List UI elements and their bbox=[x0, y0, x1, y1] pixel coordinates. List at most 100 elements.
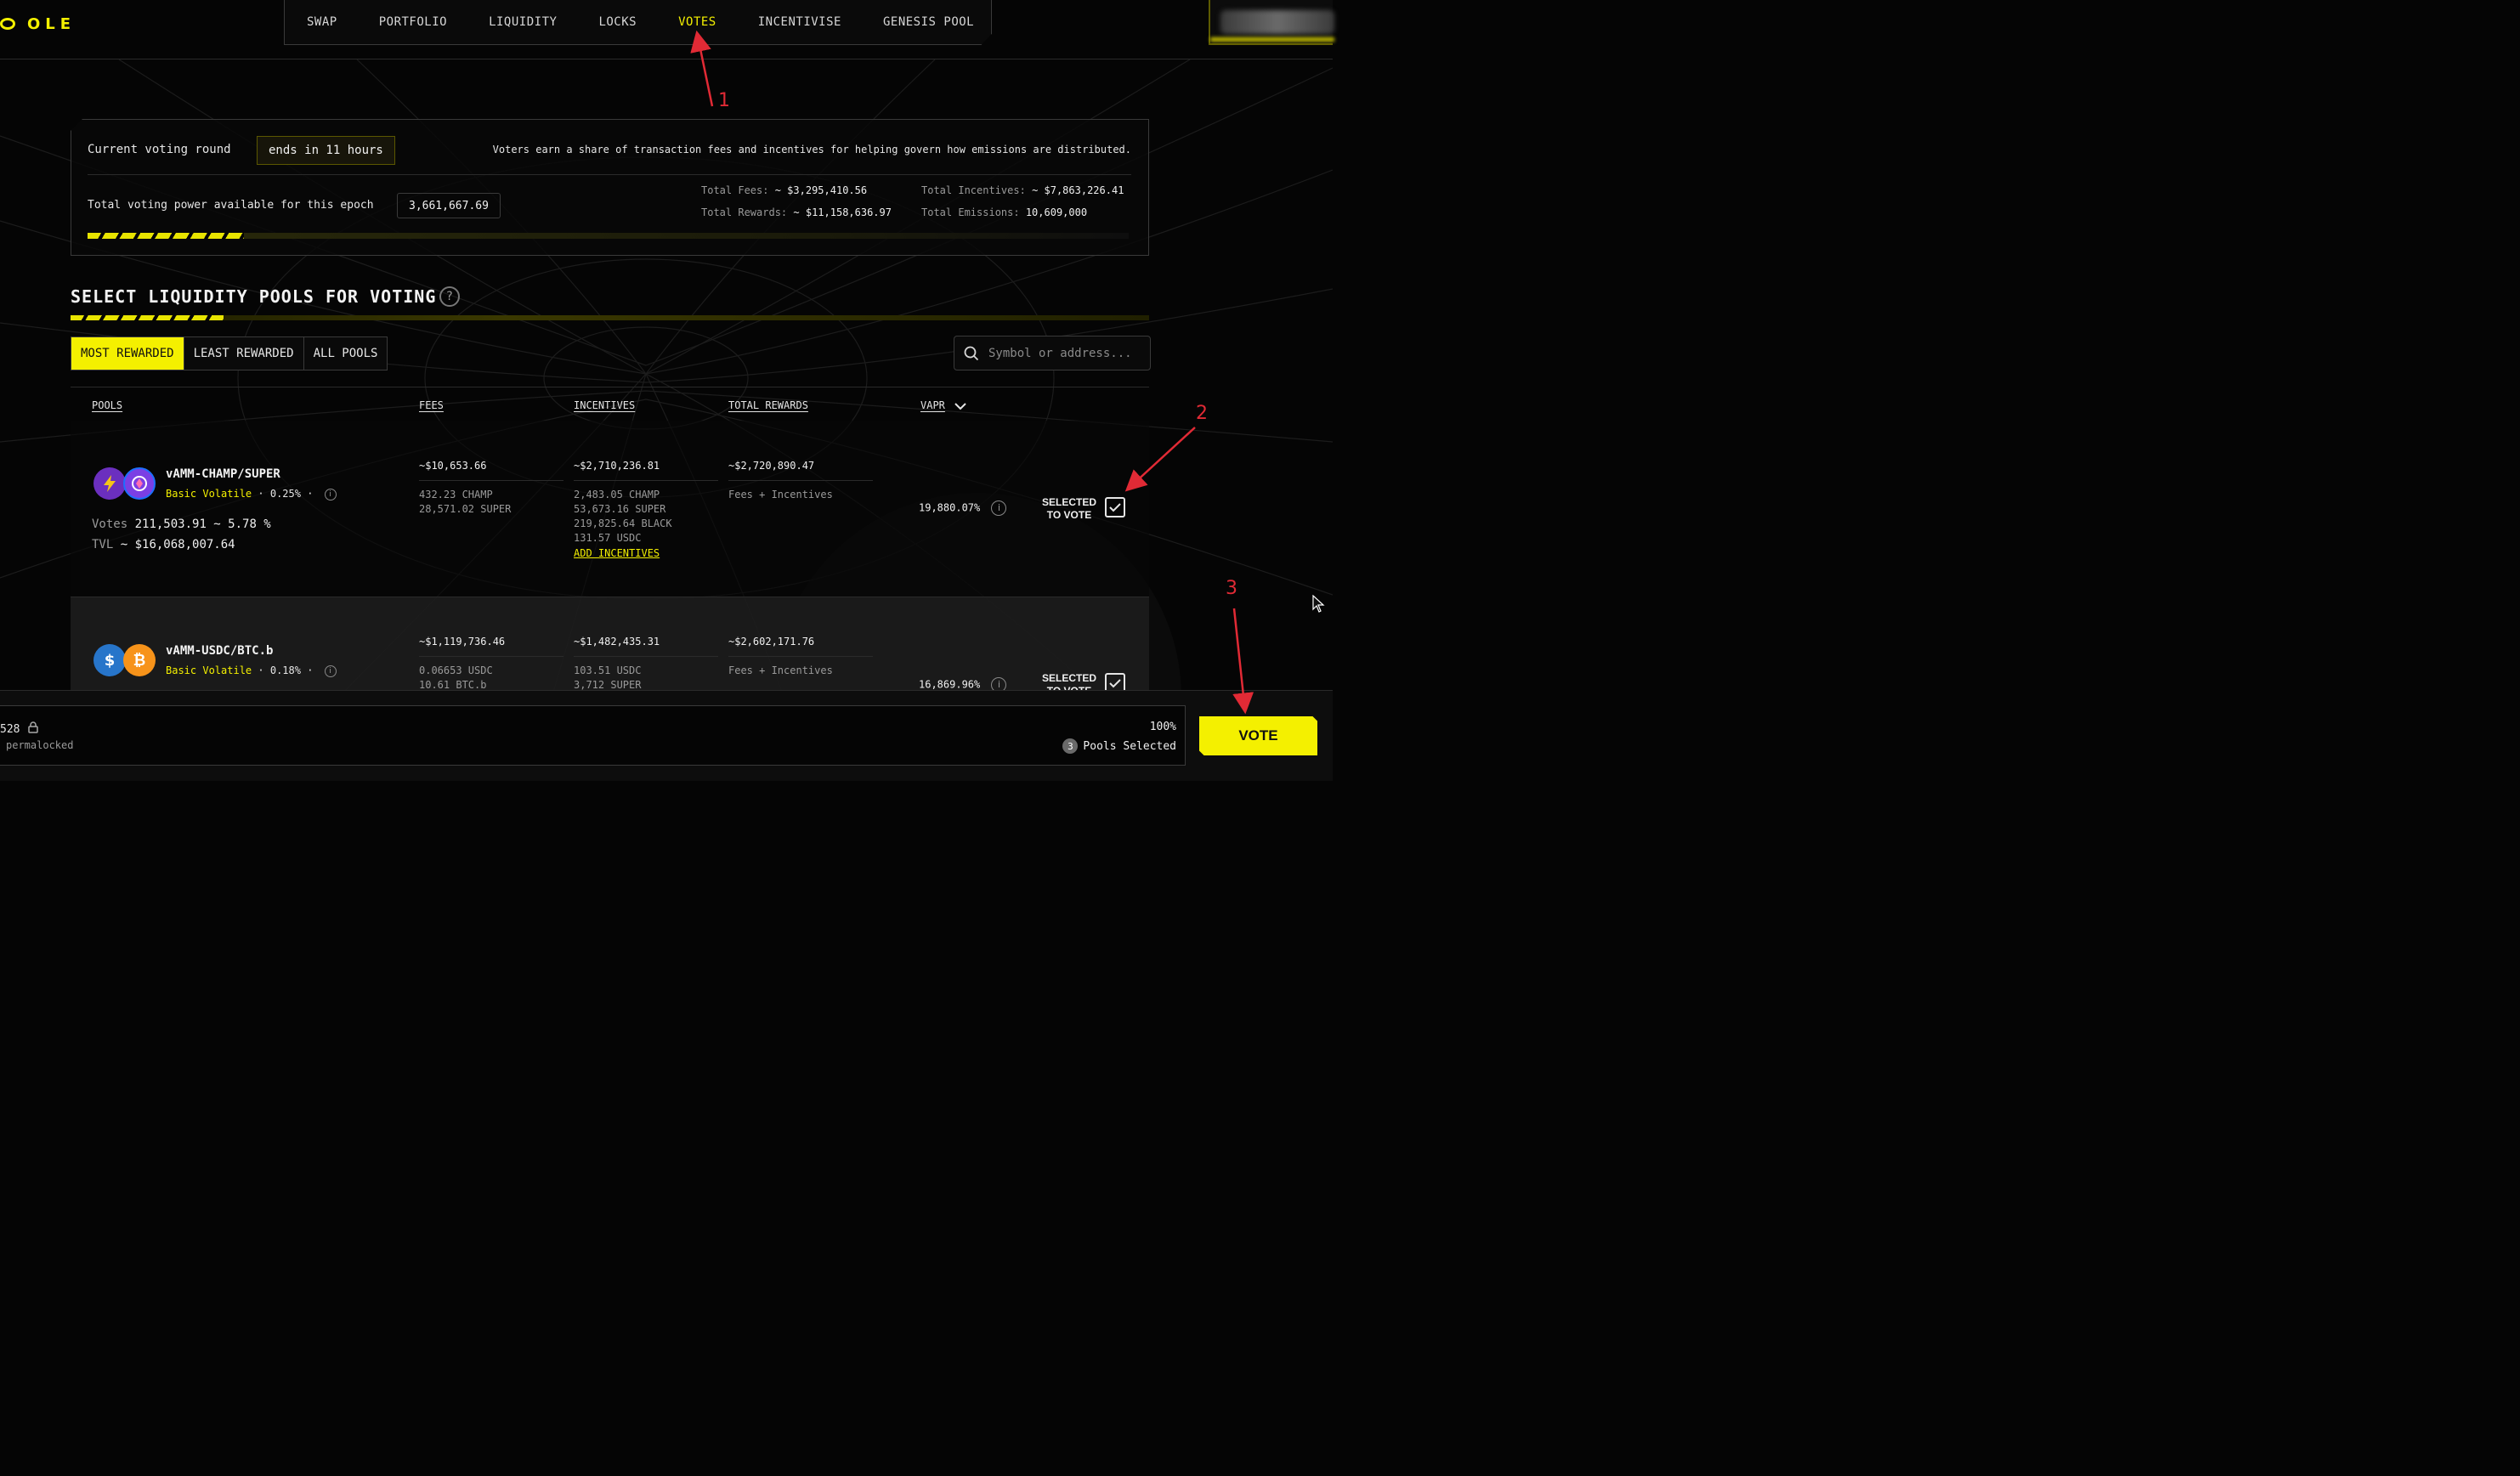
pool-search bbox=[954, 336, 1151, 370]
logo-ring-icon bbox=[0, 18, 15, 30]
voting-round-ends-badge: ends in 11 hours bbox=[257, 136, 395, 165]
checkmark-icon bbox=[1109, 679, 1121, 688]
nav-incentivise[interactable]: INCENTIVISE bbox=[758, 15, 841, 29]
total-incentives-value: ~ $7,863,226.41 bbox=[1032, 184, 1124, 196]
total-rewards-stat: Total Rewards: ~ $11,158,636.97 bbox=[701, 206, 892, 218]
total-incentives-label: Total Incentives: bbox=[921, 184, 1026, 196]
tab-least-rewarded[interactable]: LEAST REWARDED bbox=[184, 337, 304, 370]
fees-total: ~$1,119,736.46 bbox=[419, 636, 563, 657]
lock-icon bbox=[28, 721, 39, 737]
lock-value: 528 bbox=[0, 722, 20, 736]
fees-cell: ~$10,653.66 432.23 CHAMP 28,571.02 SUPER bbox=[419, 460, 563, 517]
vapr-value: 16,869.96% bbox=[919, 678, 981, 691]
selected-label-line1: SELECTED bbox=[1041, 672, 1096, 684]
incentives-breakdown-item: 2,483.05 CHAMP bbox=[574, 489, 660, 500]
pool-type-label: Basic Volatile bbox=[166, 488, 252, 500]
total-emissions-value: 10,609,000 bbox=[1025, 206, 1088, 218]
pool-type: Basic Volatile · 0.18% · i bbox=[166, 664, 337, 677]
tvl-value: ~ $16,068,007.64 bbox=[120, 538, 235, 551]
selected-label-line2: TO VOTE bbox=[1046, 509, 1092, 521]
wallet-button[interactable] bbox=[1209, 0, 1334, 45]
pool-name[interactable]: vAMM-CHAMP/SUPER bbox=[166, 467, 280, 481]
vote-button[interactable]: VOTE bbox=[1199, 716, 1317, 755]
vote-percent: 100% bbox=[1149, 721, 1176, 733]
vapr-value: 19,880.07% bbox=[919, 501, 981, 514]
selected-label-line1: SELECTED bbox=[1041, 496, 1096, 508]
col-vapr[interactable]: VAPR bbox=[920, 399, 945, 411]
table-row[interactable]: vAMM-CHAMP/SUPER Basic Volatile · 0.25% … bbox=[71, 421, 1149, 597]
epoch-progress-fill bbox=[88, 233, 244, 239]
annotation-3: 3 bbox=[1226, 578, 1237, 599]
nav-portfolio[interactable]: PORTFOLIO bbox=[379, 15, 447, 29]
top-bar: OLE SWAP PORTFOLIO LIQUIDITY LOCKS VOTES… bbox=[0, 0, 1334, 59]
total-incentives-stat: Total Incentives: ~ $7,863,226.41 bbox=[921, 184, 1124, 196]
total-rewards-cell: ~$2,602,171.76 Fees + Incentives bbox=[728, 636, 873, 678]
section-title: SELECT LIQUIDITY POOLS FOR VOTING bbox=[71, 286, 437, 307]
tab-all-pools[interactable]: ALL POOLS bbox=[303, 337, 388, 370]
tab-most-rewarded[interactable]: MOST REWARDED bbox=[71, 337, 184, 370]
vapr-info-icon[interactable]: i bbox=[991, 500, 1007, 516]
col-pools[interactable]: POOLS bbox=[92, 399, 122, 411]
total-fees-value: ~ $3,295,410.56 bbox=[774, 184, 868, 196]
col-fees[interactable]: FEES bbox=[419, 399, 444, 411]
votes-label: Votes bbox=[92, 517, 128, 531]
sort-chevron-down-icon[interactable] bbox=[954, 399, 967, 415]
rewards-note: Fees + Incentives bbox=[728, 489, 833, 500]
divider bbox=[88, 174, 1131, 175]
pools-table-header: POOLS FEES INCENTIVES TOTAL REWARDS VAPR bbox=[71, 387, 1149, 421]
fees-cell: ~$1,119,736.46 0.06653 USDC 10.61 BTC.b bbox=[419, 636, 563, 693]
help-icon[interactable]: ? bbox=[439, 286, 460, 307]
annotation-1: 1 bbox=[718, 90, 730, 111]
nav-genesis-pool[interactable]: GENESIS POOL bbox=[883, 15, 974, 29]
incentives-cell: ~$1,482,435.31 103.51 USDC 3,712 SUPER bbox=[574, 636, 718, 693]
incentives-cell: ~$2,710,236.81 2,483.05 CHAMP 53,673.16 … bbox=[574, 460, 718, 559]
table-row[interactable]: $ ₿ vAMM-USDC/BTC.b Basic Volatile · 0.1… bbox=[71, 597, 1149, 697]
info-icon[interactable]: i bbox=[324, 664, 337, 677]
pool-fee: · 0.18% · bbox=[258, 664, 314, 676]
pool-name[interactable]: vAMM-USDC/BTC.b bbox=[166, 644, 273, 658]
fees-breakdown-item: 0.06653 USDC bbox=[419, 664, 493, 676]
nav-liquidity[interactable]: LIQUIDITY bbox=[489, 15, 557, 29]
col-total-rewards[interactable]: TOTAL REWARDS bbox=[728, 399, 808, 411]
voting-power-label: Total voting power available for this ep… bbox=[88, 199, 374, 212]
incentives-breakdown-item: 131.57 USDC bbox=[574, 532, 642, 544]
pool-tvl: TVL ~ $16,068,007.64 bbox=[92, 538, 235, 551]
search-input[interactable] bbox=[988, 346, 1141, 360]
total-rewards-value: ~ $11,158,636.97 bbox=[793, 206, 892, 218]
pool-type-label: Basic Volatile bbox=[166, 664, 252, 676]
voting-power-value: 3,661,667.69 bbox=[397, 193, 501, 218]
app-logo[interactable]: OLE bbox=[0, 12, 76, 36]
nav-votes[interactable]: VOTES bbox=[678, 15, 716, 29]
rewards-note: Fees + Incentives bbox=[728, 664, 833, 676]
pools-selected-label: Pools Selected bbox=[1083, 739, 1176, 753]
info-icon[interactable]: i bbox=[324, 488, 337, 500]
wallet-address-blurred bbox=[1220, 10, 1334, 34]
lock-summary: 528 bbox=[0, 721, 39, 737]
pools-selected: 3 Pools Selected bbox=[1062, 738, 1176, 754]
vote-checkbox[interactable] bbox=[1105, 497, 1125, 517]
main-nav: SWAP PORTFOLIO LIQUIDITY LOCKS VOTES INC… bbox=[284, 0, 992, 45]
selected-to-vote-label: SELECTED TO VOTE bbox=[1039, 496, 1099, 522]
checkmark-icon bbox=[1109, 503, 1121, 512]
total-rewards-label: Total Rewards: bbox=[701, 206, 788, 218]
champ-token-icon bbox=[93, 467, 126, 500]
voting-round-label: Current voting round bbox=[88, 143, 231, 156]
rewards-total: ~$2,720,890.47 bbox=[728, 460, 873, 481]
fees-breakdown-item: 432.23 CHAMP bbox=[419, 489, 493, 500]
annotation-2: 2 bbox=[1196, 403, 1208, 424]
total-fees-stat: Total Fees: ~ $3,295,410.56 bbox=[701, 184, 867, 196]
total-fees-label: Total Fees: bbox=[701, 184, 769, 196]
tvl-label: TVL bbox=[92, 538, 114, 551]
nav-locks[interactable]: LOCKS bbox=[598, 15, 637, 29]
pool-filter-tabs: MOST REWARDED LEAST REWARDED ALL POOLS bbox=[71, 336, 388, 370]
incentives-breakdown-item: 219,825.64 BLACK bbox=[574, 517, 672, 529]
mouse-cursor-icon bbox=[1312, 594, 1326, 617]
col-incentives[interactable]: INCENTIVES bbox=[574, 399, 635, 411]
incentives-breakdown-item: 53,673.16 SUPER bbox=[574, 503, 666, 515]
add-incentives-link[interactable]: ADD INCENTIVES bbox=[574, 547, 718, 559]
pool-votes: Votes 211,503.91 ~ 5.78 % bbox=[92, 517, 271, 531]
section-title-bar bbox=[71, 315, 1149, 320]
vote-summary-panel: 528 permalocked 100% 3 Pools Selected bbox=[0, 705, 1186, 766]
rewards-total: ~$2,602,171.76 bbox=[728, 636, 873, 657]
nav-swap[interactable]: SWAP bbox=[307, 15, 337, 29]
